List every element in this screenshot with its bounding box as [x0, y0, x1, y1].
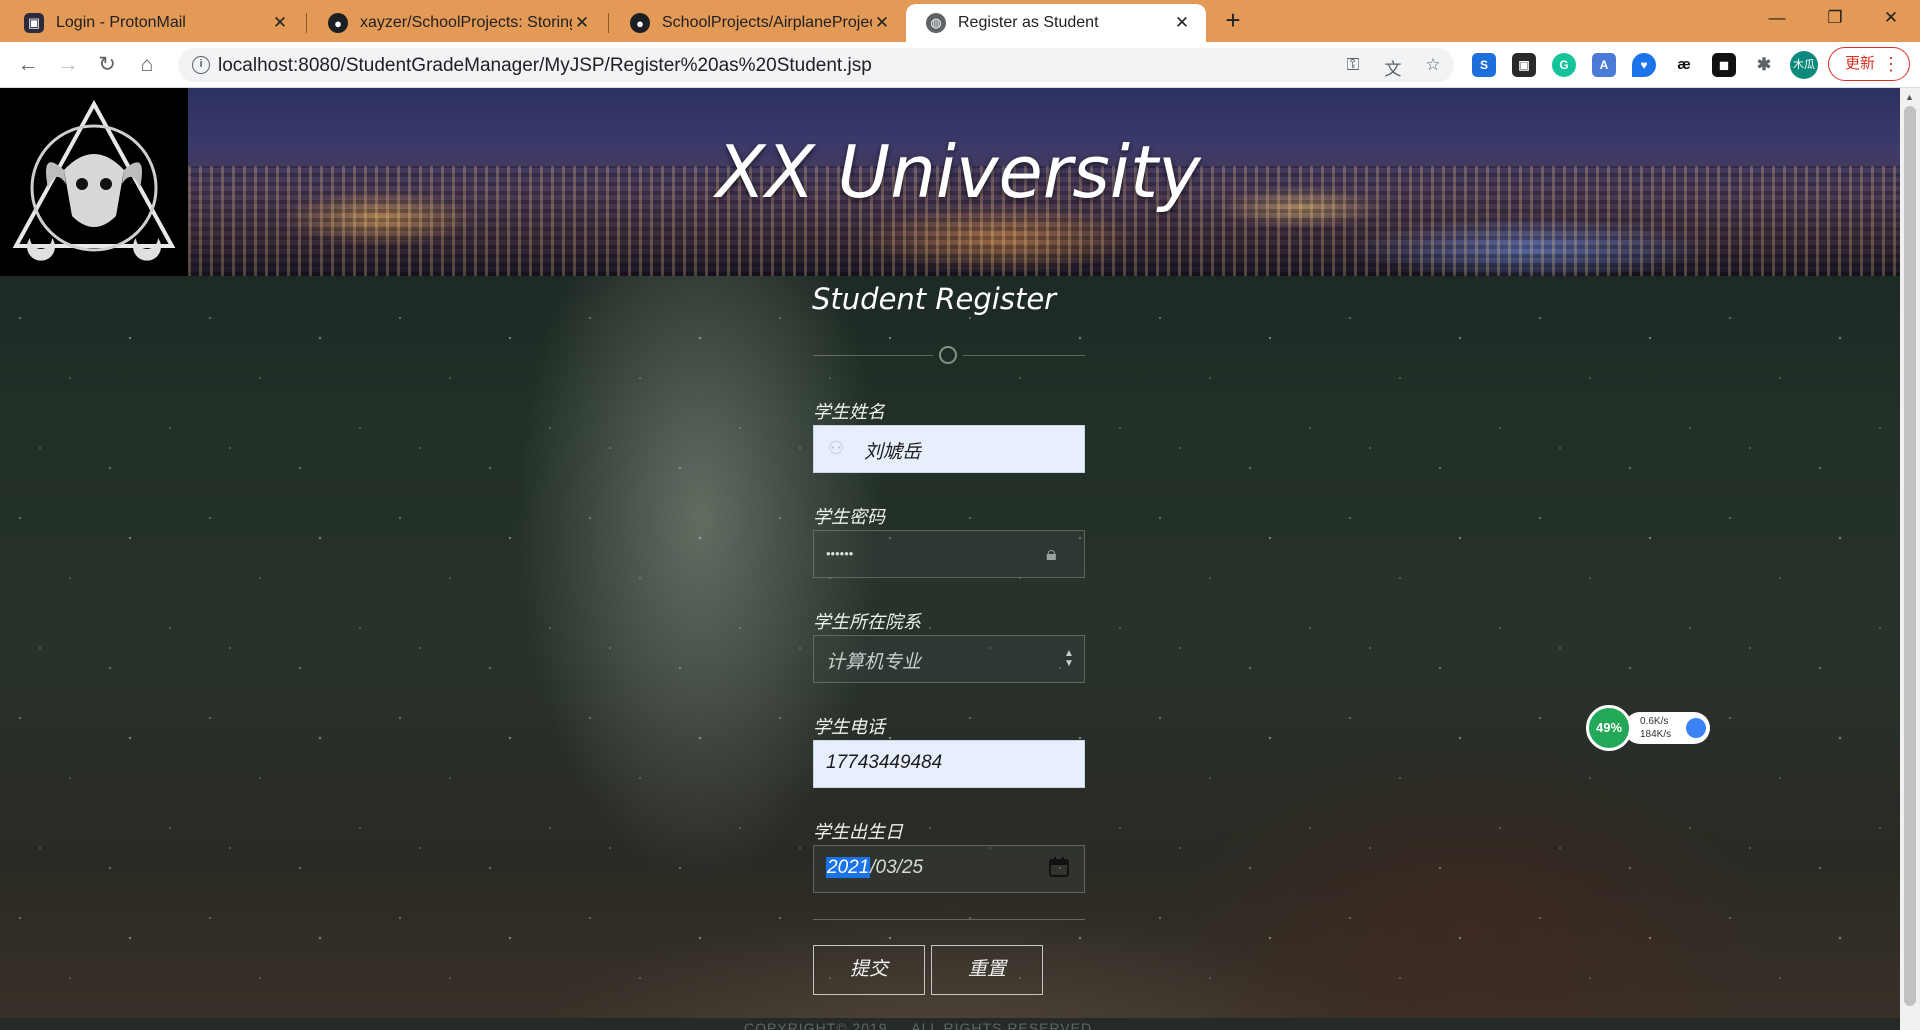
close-window-button[interactable]: ✕	[1862, 0, 1920, 38]
browser-toolbar: ← → ↻ ⌂ i localhost:8080/StudentGradeMan…	[0, 42, 1920, 88]
profile-avatar[interactable]: 木瓜	[1790, 51, 1818, 79]
extension-s-icon[interactable]: S	[1472, 53, 1496, 77]
download-speed: 184K/s	[1640, 729, 1672, 740]
tab-title: Login - ProtonMail	[56, 14, 186, 31]
department-select[interactable]: 计算机专业 ▲ ▼	[813, 635, 1085, 683]
more-menu-icon[interactable]: ⋮	[1882, 48, 1900, 80]
department-label: 学生所在院系	[813, 612, 921, 632]
update-label: 更新	[1845, 55, 1876, 72]
protonmail-icon: ▣	[24, 13, 44, 33]
birthday-year-selected: 2021	[826, 857, 871, 878]
name-input[interactable]: ⚇ 刘虓岳	[813, 425, 1085, 473]
speed-readout: 0.6K/s 184K/s	[1624, 712, 1710, 744]
back-button[interactable]: ←	[12, 49, 44, 81]
header-banner: XX University	[0, 88, 1900, 276]
password-label: 学生密码	[813, 507, 885, 527]
globe-icon: ◍	[926, 13, 946, 33]
close-icon[interactable]: ✕	[572, 13, 592, 33]
submit-button[interactable]: 提交	[813, 945, 925, 995]
rocket-icon[interactable]	[1686, 718, 1706, 738]
tab-github-airplane[interactable]: ● SchoolProjects/AirplaneProjec ✕	[610, 4, 906, 42]
divider-circle	[939, 346, 957, 364]
bookmark-star-icon[interactable]: ☆	[1422, 55, 1444, 75]
grammarly-icon[interactable]: G	[1552, 53, 1576, 77]
tab-github-storing[interactable]: ● xayzer/SchoolProjects: Storing ✕	[308, 4, 606, 42]
tab-divider	[608, 13, 609, 33]
select-arrows-icon: ▲ ▼	[1064, 648, 1074, 669]
name-label: 学生姓名	[813, 402, 885, 422]
page-scrollbar[interactable]: ▲	[1900, 88, 1920, 1030]
memory-percent: 49%	[1586, 705, 1632, 751]
translate-extension-icon[interactable]: A	[1592, 53, 1616, 77]
github-icon: ●	[630, 13, 650, 33]
tab-strip: ▣ Login - ProtonMail ✕ ● xayzer/SchoolPr…	[0, 0, 1920, 42]
extension-ae-icon[interactable]: æ	[1672, 53, 1696, 77]
phone-value: 17743449484	[826, 752, 943, 773]
forward-button[interactable]: →	[52, 49, 84, 81]
translate-icon[interactable]: 文	[1382, 55, 1404, 79]
reload-button[interactable]: ↻	[91, 49, 123, 81]
user-icon: ⚇	[828, 438, 845, 458]
extensions-puzzle-icon[interactable]: ✱	[1752, 53, 1776, 77]
key-icon[interactable]: ⚿	[1342, 55, 1364, 75]
page-viewport: XX University Student Register 学生姓名 ⚇ 刘虓…	[0, 88, 1900, 1030]
upload-speed: 0.6K/s	[1640, 716, 1669, 727]
scroll-up-icon[interactable]: ▲	[1905, 92, 1914, 102]
extension-cube-icon[interactable]: ▣	[1512, 53, 1536, 77]
form-bottom-divider	[813, 919, 1085, 920]
reset-button[interactable]: 重置	[931, 945, 1043, 995]
university-logo	[0, 88, 188, 276]
divider-line-right	[963, 355, 1085, 356]
banner-title: XX University	[716, 130, 1201, 214]
form-title: Student Register	[812, 282, 1057, 316]
network-speed-widget[interactable]: 0.6K/s 184K/s 49%	[1586, 705, 1710, 751]
close-icon[interactable]: ✕	[270, 13, 290, 33]
url-text[interactable]: localhost:8080/StudentGradeManager/MyJSP…	[218, 55, 872, 77]
home-button[interactable]: ⌂	[131, 49, 163, 81]
tab-register[interactable]: ◍ Register as Student ✕	[906, 4, 1206, 42]
close-icon[interactable]: ✕	[1172, 13, 1192, 33]
birthday-date-input[interactable]: 2021/03/25	[813, 845, 1085, 893]
footer-copyright: COPYRIGHT© 2019 ... ALL RIGHTS RESERVED	[744, 1020, 1093, 1030]
birthday-month-day: /03/25	[870, 857, 924, 878]
minimize-button[interactable]: —	[1748, 0, 1806, 38]
birthday-label: 学生出生日	[813, 822, 903, 842]
site-info-icon[interactable]: i	[192, 56, 210, 74]
update-button[interactable]: 更新 ⋮	[1828, 47, 1910, 81]
tab-protonmail[interactable]: ▣ Login - ProtonMail ✕	[4, 4, 304, 42]
tab-divider	[306, 13, 307, 33]
extension-app-icon[interactable]: ◼	[1712, 53, 1736, 77]
shield-extension-icon[interactable]: ♥	[1632, 53, 1656, 77]
department-value: 计算机专业	[826, 652, 922, 673]
name-value: 刘虓岳	[864, 442, 922, 463]
tab-title: xayzer/SchoolProjects: Storing	[360, 14, 572, 31]
birthday-value: 2021/03/25	[826, 857, 923, 879]
close-icon[interactable]: ✕	[872, 13, 892, 33]
address-bar[interactable]: i localhost:8080/StudentGradeManager/MyJ…	[178, 48, 1454, 82]
calendar-icon[interactable]	[1048, 856, 1070, 878]
tab-title: SchoolProjects/AirplaneProjec	[662, 14, 872, 31]
github-icon: ●	[328, 13, 348, 33]
lock-icon: 🔒︎	[1046, 543, 1057, 565]
password-value: ••••••	[826, 546, 854, 561]
restore-button[interactable]: ❐	[1806, 0, 1864, 38]
password-input[interactable]: •••••• 🔒︎	[813, 530, 1085, 578]
phone-label: 学生电话	[813, 717, 885, 737]
new-tab-button[interactable]: +	[1218, 6, 1248, 36]
divider-line-left	[813, 355, 933, 356]
tab-title: Register as Student	[958, 14, 1099, 31]
phone-input[interactable]: 17743449484	[813, 740, 1085, 788]
scrollbar-thumb[interactable]	[1904, 106, 1916, 1006]
